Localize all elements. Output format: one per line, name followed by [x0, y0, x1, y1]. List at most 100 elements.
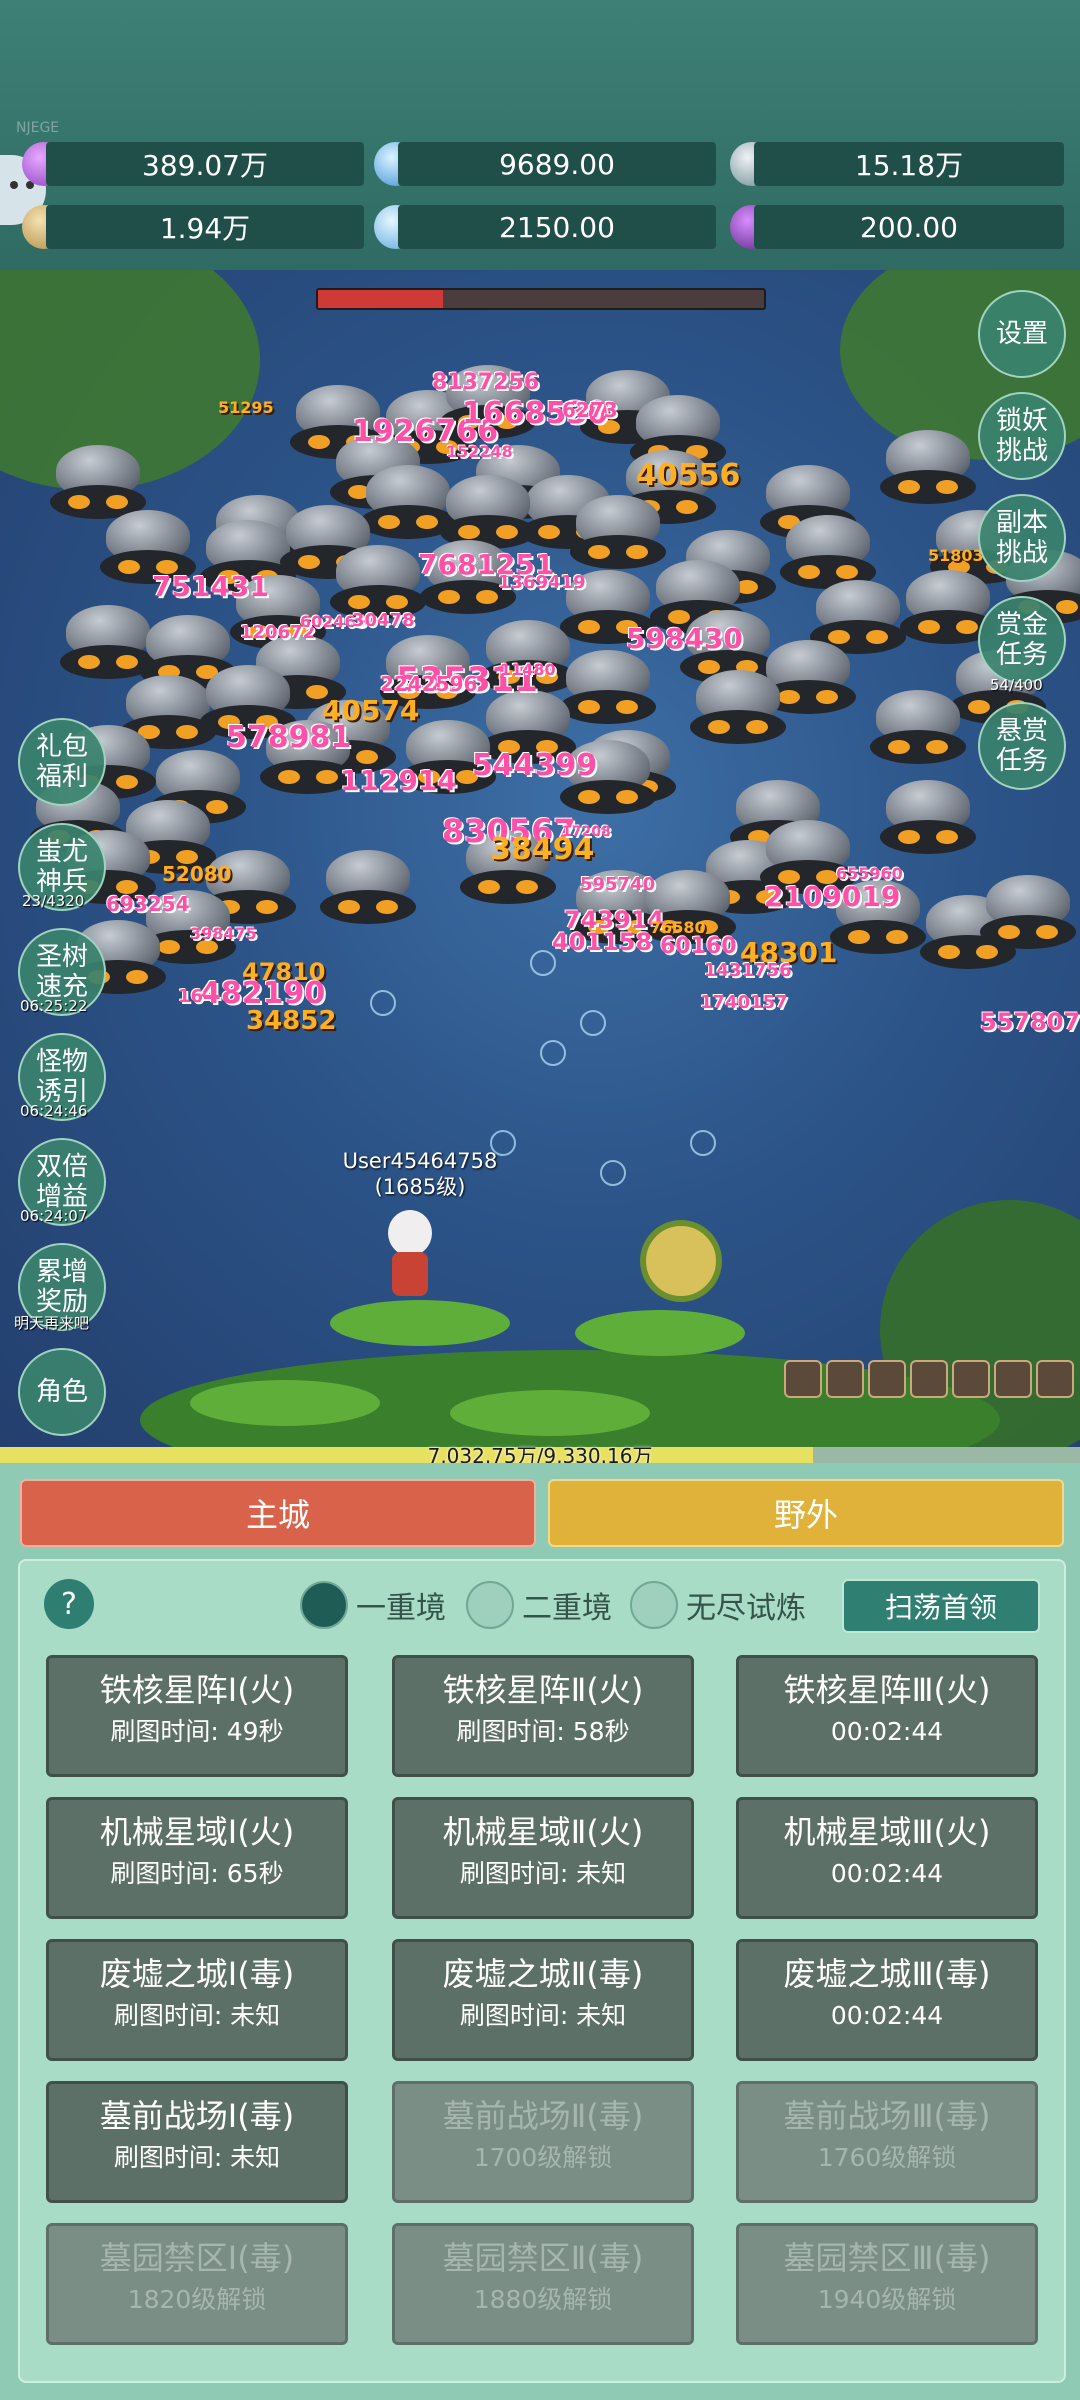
stage-title: 机械星域Ⅲ(火): [783, 1813, 991, 1851]
stage-subtitle: 1820级解锁: [127, 2285, 267, 2314]
damage-number: 1740157: [700, 992, 788, 1013]
stage-title: 墓园禁区Ⅲ(毒): [783, 2239, 991, 2277]
damage-number: 51803: [928, 546, 984, 565]
damage-number: 60160: [660, 934, 737, 959]
damage-number: 52080: [162, 862, 232, 886]
stage-card: 墓园禁区Ⅱ(毒) 1880级解锁: [392, 2223, 694, 2345]
buff-icon: [784, 1360, 822, 1398]
stage-title: 墓园禁区Ⅰ(毒): [99, 2239, 295, 2277]
leaf-platform: [575, 1310, 745, 1356]
resource-silver-ore: 15.18万: [754, 142, 1064, 186]
buff-icon: [952, 1360, 990, 1398]
stage-title: 机械星域Ⅱ(火): [442, 1813, 644, 1851]
boss-hp-fill: [318, 290, 443, 308]
stage-card[interactable]: 铁核星阵Ⅲ(火) 00:02:44: [736, 1655, 1038, 1777]
damage-number: 6273: [562, 398, 618, 422]
resource-scroll: 1.94万: [46, 205, 364, 249]
stage-subtitle: 刷图时间: 未知: [459, 1859, 627, 1888]
damage-number: 34852: [246, 1006, 337, 1036]
bottom-panel: 主城 野外 ? 一重境 二重境 无尽试炼 扫荡首领 铁核星阵Ⅰ(火) 刷图时间: …: [0, 1463, 1080, 2400]
damage-number: 398475: [190, 924, 257, 943]
bubble: [600, 1160, 626, 1186]
stage-card[interactable]: 废墟之城Ⅲ(毒) 00:02:44: [736, 1939, 1038, 2061]
radio-dot: [466, 1581, 514, 1629]
player-character: [370, 1210, 450, 1310]
stage-subtitle: 刷图时间: 未知: [459, 2001, 627, 2030]
damage-number: 557807: [980, 1008, 1080, 1036]
monster-lure-timer: 06:24:46: [20, 1102, 88, 1120]
damage-number: 11480: [500, 660, 556, 679]
player-name: User45464758: [342, 1149, 498, 1173]
wilderness-button[interactable]: 野外: [548, 1479, 1064, 1547]
watermark-text: NJEGE: [16, 120, 60, 136]
battle-scene[interactable]: 51295 8137256 1926766 1668530 6273 152248 4055…: [0, 270, 1080, 1450]
damage-number: 655960: [836, 864, 903, 883]
stage-title: 铁核星阵Ⅰ(火): [99, 1671, 295, 1709]
damage-number: 1431756: [704, 960, 792, 981]
damage-number: 8137256: [432, 370, 540, 395]
buff-icon: [910, 1360, 948, 1398]
reward-quest-button[interactable]: 悬赏任务: [978, 702, 1066, 790]
mode-radio-first-realm[interactable]: 一重境: [300, 1581, 446, 1629]
stage-title: 废墟之城Ⅰ(毒): [99, 1955, 295, 1993]
buff-icon: [994, 1360, 1032, 1398]
chiyou-weapon-count: 23/4320: [22, 892, 85, 910]
leaf-platform: [450, 1390, 650, 1436]
damage-number: 112914: [340, 764, 457, 797]
damage-number: 152248: [446, 442, 513, 461]
mode-radio-endless-trial[interactable]: 无尽试炼: [630, 1581, 806, 1629]
dungeon-challenge-button[interactable]: 副本挑战: [978, 494, 1066, 582]
damage-number: 751431: [152, 570, 269, 603]
stage-card: 墓园禁区Ⅰ(毒) 1820级解锁: [46, 2223, 348, 2345]
boss-hp-bar: [316, 288, 766, 310]
stage-card[interactable]: 机械星域Ⅱ(火) 刷图时间: 未知: [392, 1797, 694, 1919]
stage-card[interactable]: 废墟之城Ⅱ(毒) 刷图时间: 未知: [392, 1939, 694, 2061]
character-button[interactable]: 角色: [18, 1348, 106, 1436]
stage-card[interactable]: 废墟之城Ⅰ(毒) 刷图时间: 未知: [46, 1939, 348, 2061]
stage-title: 墓前战场Ⅰ(毒): [99, 2097, 295, 2135]
stage-card[interactable]: 机械星域Ⅰ(火) 刷图时间: 65秒: [46, 1797, 348, 1919]
double-boost-timer: 06:24:07: [20, 1207, 88, 1225]
ufo-enemy: [980, 875, 1076, 951]
player-nameplate: User45464758 (1685级): [330, 1148, 510, 1200]
settings-button[interactable]: 设置: [978, 290, 1066, 378]
ufo-enemy: [320, 850, 416, 926]
damage-number: 598430: [626, 622, 743, 655]
main-city-button[interactable]: 主城: [20, 1479, 536, 1547]
radio-dot: [630, 1581, 678, 1629]
stage-card[interactable]: 铁核星阵Ⅱ(火) 刷图时间: 58秒: [392, 1655, 694, 1777]
gift-welfare-button[interactable]: 礼包福利: [18, 718, 106, 806]
cumulative-reward-note: 明天再来吧: [14, 1314, 90, 1332]
damage-number: 544399: [472, 748, 598, 783]
stage-card[interactable]: 铁核星阵Ⅰ(火) 刷图时间: 49秒: [46, 1655, 348, 1777]
ufo-enemy: [880, 780, 976, 856]
damage-number: 30478: [352, 610, 415, 631]
stage-title: 铁核星阵Ⅱ(火): [442, 1671, 644, 1709]
sweep-boss-button[interactable]: 扫荡首领: [842, 1579, 1040, 1633]
stage-card[interactable]: 机械星域Ⅲ(火) 00:02:44: [736, 1797, 1038, 1919]
resource-ice-crystal: 2150.00: [398, 205, 716, 249]
damage-number: 40556: [636, 458, 741, 493]
mode-radio-second-realm[interactable]: 二重境: [466, 1581, 612, 1629]
stage-subtitle: 刷图时间: 未知: [113, 2001, 281, 2030]
stage-subtitle: 刷图时间: 未知: [113, 2143, 281, 2172]
stage-subtitle: 1760级解锁: [817, 2143, 957, 2172]
stage-card[interactable]: 墓前战场Ⅰ(毒) 刷图时间: 未知: [46, 2081, 348, 2203]
stage-title: 墓前战场Ⅲ(毒): [783, 2097, 991, 2135]
demon-lock-challenge-button[interactable]: 锁妖挑战: [978, 392, 1066, 480]
sacred-tree-timer: 06:25:22: [20, 997, 88, 1015]
bubble: [540, 1040, 566, 1066]
damage-number: 2109019: [764, 880, 901, 913]
stage-subtitle: 1880级解锁: [473, 2285, 613, 2314]
stage-subtitle: 1700级解锁: [473, 2143, 613, 2172]
help-button[interactable]: ?: [44, 1579, 94, 1629]
stage-subtitle: 1940级解锁: [817, 2285, 957, 2314]
damage-number: 401158: [552, 928, 653, 956]
resource-blue-crystal: 9689.00: [398, 142, 716, 186]
damage-number: 693254: [106, 892, 190, 916]
stage-title: 机械星域Ⅰ(火): [99, 1813, 295, 1851]
damage-number: 2242596: [380, 672, 478, 696]
damage-number: 1369419: [498, 572, 586, 593]
bubble: [690, 1130, 716, 1156]
bounty-quest-button[interactable]: 赏金任务: [978, 596, 1066, 684]
